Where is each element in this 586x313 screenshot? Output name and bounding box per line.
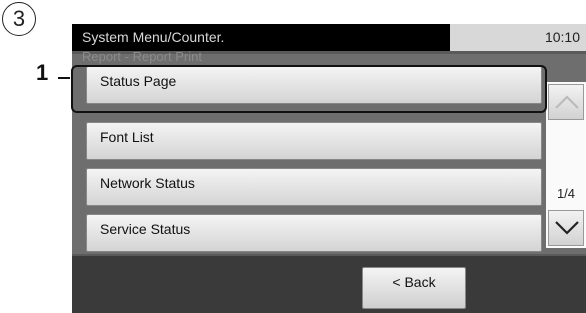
- title-bar: System Menu/Counter.: [72, 24, 450, 51]
- step-number-badge: 3: [2, 2, 36, 36]
- list-item-label: Service Status: [100, 221, 191, 237]
- scroll-down-button[interactable]: [548, 210, 584, 246]
- callout-number: 1: [36, 60, 49, 85]
- list-item-network-status[interactable]: Network Status: [86, 168, 542, 206]
- back-button-label: < Back: [392, 274, 436, 290]
- list-item-service-status[interactable]: Service Status: [86, 214, 542, 252]
- breadcrumb: Report - Report Print: [82, 49, 202, 64]
- scroll-column: 1/4: [546, 82, 586, 248]
- chevron-down-icon: [555, 221, 579, 235]
- status-area: 10:10: [450, 24, 586, 51]
- list-item-font-list[interactable]: Font List: [86, 122, 542, 160]
- callout-highlight-box: [71, 65, 547, 113]
- chevron-up-icon: [555, 95, 579, 109]
- list-item-label: Font List: [100, 129, 154, 145]
- screen-title: System Menu/Counter.: [82, 29, 225, 45]
- step-number: 3: [12, 6, 26, 31]
- clock: 10:10: [544, 29, 580, 45]
- scroll-up-button[interactable]: [548, 84, 584, 120]
- list-item-label: Network Status: [100, 175, 195, 191]
- page-indicator: 1/4: [556, 186, 576, 201]
- callout-leader-line: [58, 77, 70, 79]
- bottom-bar: [72, 256, 586, 313]
- back-button[interactable]: < Back: [362, 267, 466, 309]
